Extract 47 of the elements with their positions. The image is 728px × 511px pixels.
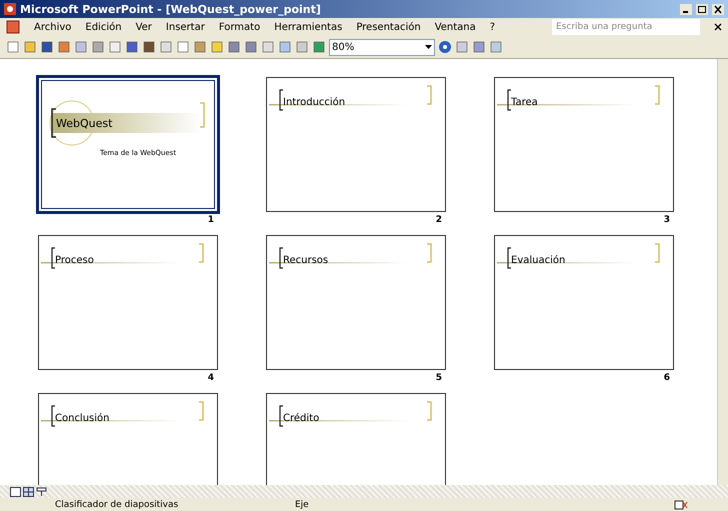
slide-title: Introducción [283,97,346,108]
maximize-icon[interactable] [696,4,708,14]
menu-item[interactable]: Ventana [434,22,476,32]
help-field[interactable]: Escriba una pregunta [552,19,700,35]
slide-number: 4 [208,372,215,385]
slide-title: WebQuest [56,117,112,130]
slide-thumbnail[interactable]: Evaluación [494,235,674,370]
zoom-dropdown[interactable]: 80% [329,38,435,56]
caret-icon [425,45,432,49]
slide-title: Proceso [55,255,94,266]
minimize-icon[interactable] [680,4,692,14]
slide-thumbnail[interactable]: Recursos [266,235,446,370]
slide-title: Recursos [283,255,328,266]
help-icon[interactable] [438,40,452,54]
slide-thumbnail[interactable]: Conclusión [38,393,218,485]
slide-thumbnail[interactable]: Crédito [266,393,446,485]
slideshow-view-icon[interactable] [36,486,47,496]
vertical-scrollbar[interactable] [717,59,728,485]
slide-title: Conclusión [55,413,110,424]
slide-thumbnail[interactable]: Tarea [494,77,674,212]
status-text: Eje [294,500,310,510]
close-icon[interactable] [712,4,724,14]
spelling-icon [674,500,688,510]
slide-number: 2 [436,214,443,227]
close-icon[interactable] [714,23,722,31]
slide-title: Evaluación [511,255,566,266]
menu-item[interactable]: Archivo [34,22,72,32]
sorter-view-icon[interactable] [23,486,34,496]
menu-item[interactable]: Insertar [166,22,205,32]
slide-number: 5 [436,372,443,385]
slide-title: Tarea [511,97,538,108]
slide-number: 3 [664,214,671,227]
menu-item[interactable]: Presentación [356,22,421,32]
menu-item[interactable]: Herramientas [274,22,342,32]
slide-number: 6 [664,372,671,385]
menu-item[interactable]: Edición [85,22,122,32]
slide-thumbnail[interactable]: Introducción [266,77,446,212]
status-text: Clasificador de diapositivas [54,500,180,510]
menu-item[interactable]: Ver [136,22,152,32]
normal-view-icon[interactable] [10,486,21,496]
menu-item[interactable]: Formato [218,22,260,32]
app-icon [4,3,16,15]
menu-item[interactable]: ? [490,22,496,32]
window-title: Microsoft PowerPoint - [WebQuest_power_point] [20,2,322,16]
slide-thumbnail[interactable]: Proceso [38,235,218,370]
slide-number: 1 [208,214,215,227]
slide-title: Crédito [283,413,320,424]
